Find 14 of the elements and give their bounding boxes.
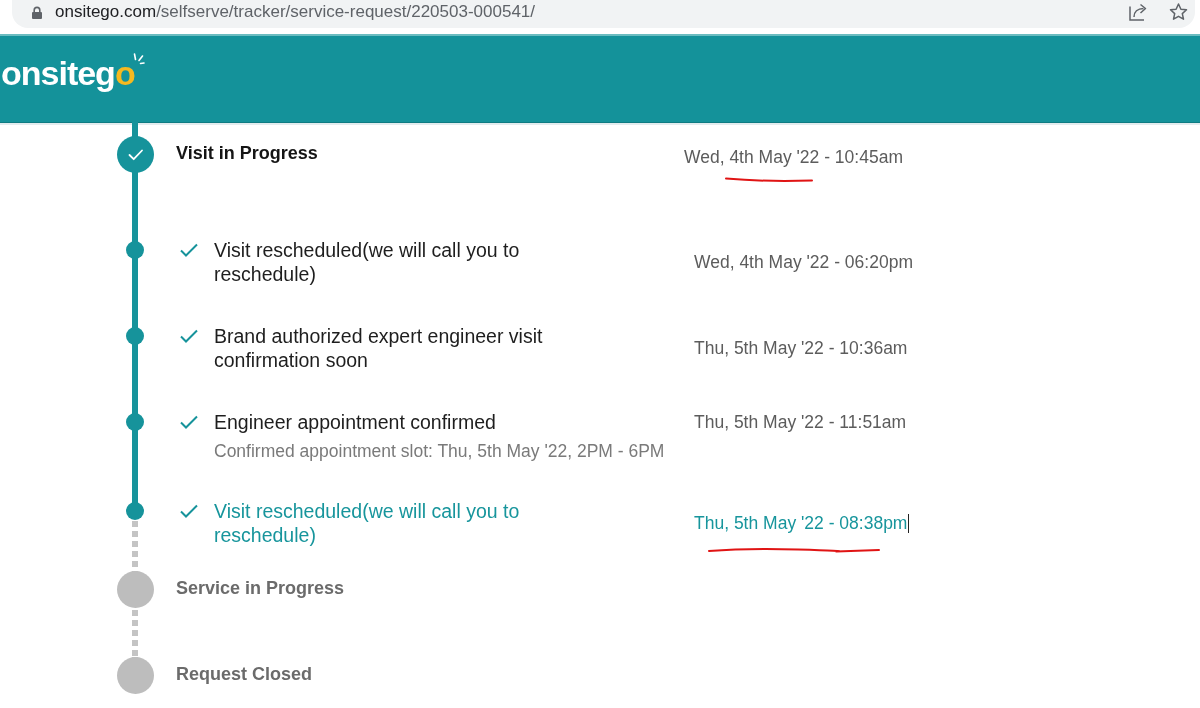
timestamp: Thu, 5th May '22 - 10:36am — [694, 337, 908, 359]
url-text: onsitego.com/selfserve/tracker/service-request/220503-000541/ — [55, 2, 536, 22]
timestamp: Wed, 4th May '22 - 10:45am — [684, 146, 903, 168]
stage-title: Request Closed — [176, 663, 313, 686]
event-title: Brand authorized expert engineer visit confirmation soon — [214, 324, 544, 372]
timestamp: Wed, 4th May '22 - 06:20pm — [694, 251, 913, 273]
event-title: Visit rescheduled(we will call you to reschedule) — [214, 238, 521, 286]
stage-title: Service in Progress — [176, 577, 345, 600]
event-title: Visit rescheduled(we will call you to reschedule) — [214, 499, 521, 547]
timestamp: Thu, 5th May '22 - 08:38pm — [694, 512, 908, 534]
event-note: Confirmed appointment slot: Thu, 5th May '22, 2PM - 6PM — [213, 441, 663, 461]
event-title: Engineer appointment confirmed — [214, 410, 496, 434]
stage-title: Visit in Progress — [176, 142, 318, 165]
timestamp: Thu, 5th May '22 - 11:51am — [694, 411, 907, 433]
